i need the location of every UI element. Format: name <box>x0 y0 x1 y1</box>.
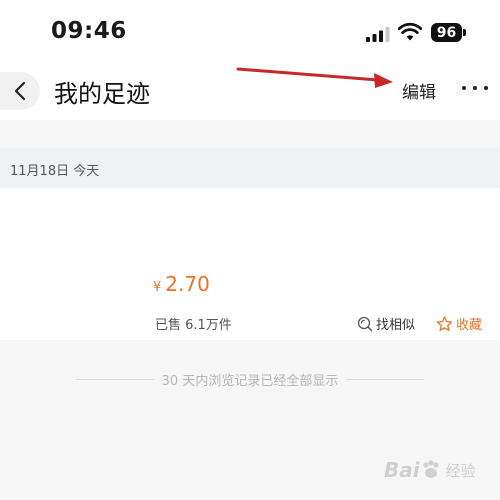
more-dot-icon <box>462 86 466 90</box>
star-icon <box>436 315 453 331</box>
watermark-logo: Bai <box>384 458 420 482</box>
back-button[interactable] <box>0 72 40 110</box>
currency-symbol: ¥ <box>153 280 162 295</box>
date-header: 11月18日 今天 <box>0 148 500 188</box>
watermark-subtitle: 经验 <box>445 461 476 480</box>
wifi-icon <box>398 22 422 41</box>
product-price: ¥2.70 <box>153 272 210 296</box>
divider-line <box>75 379 154 380</box>
find-similar-label: 找相似 <box>376 318 416 333</box>
favorite-label: 收藏 <box>456 318 483 333</box>
edit-button[interactable]: 编辑 <box>402 78 436 103</box>
product-card[interactable]: ¥2.70 已售 6.1万件 找相似 收藏 <box>0 188 500 340</box>
baidu-watermark: Bai 经验 <box>384 452 492 488</box>
more-options-button[interactable] <box>462 78 488 98</box>
history-end-text: 30 天内浏览记录已经全部显示 <box>161 374 339 389</box>
status-time: 09:46 <box>51 18 127 44</box>
nav-bar: 我的足迹 编辑 <box>0 62 500 120</box>
search-similar-icon <box>357 316 373 331</box>
battery-indicator: 96 <box>431 23 462 42</box>
sold-count: 已售 6.1万件 <box>155 318 232 333</box>
paw-icon <box>423 460 439 478</box>
find-similar-button[interactable]: 找相似 <box>357 314 415 333</box>
cellular-signal-icon <box>366 27 390 42</box>
divider-line <box>346 379 425 380</box>
battery-tip <box>463 29 466 36</box>
more-dot-icon <box>484 86 488 90</box>
favorite-button[interactable]: 收藏 <box>436 314 482 333</box>
status-bar: 09:46 96 <box>0 0 500 62</box>
history-end-note: 30 天内浏览记录已经全部显示 <box>0 370 500 389</box>
price-amount: 2.70 <box>165 272 210 296</box>
page-title: 我的足迹 <box>54 80 150 108</box>
chevron-left-icon <box>14 81 26 101</box>
more-dot-icon <box>473 86 477 90</box>
date-label: 11月18日 今天 <box>10 164 100 179</box>
